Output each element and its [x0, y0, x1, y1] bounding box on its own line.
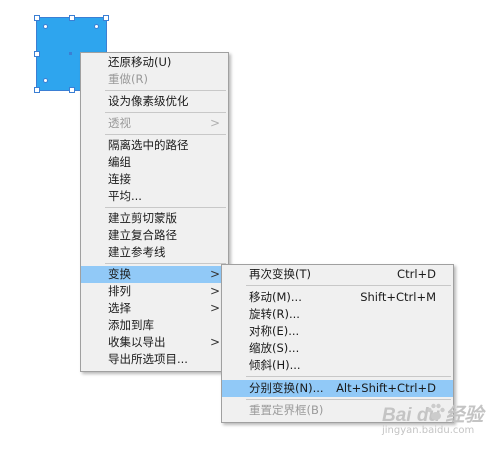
submenu-item-shear[interactable]: 倾斜(H)...: [222, 357, 453, 374]
menu-item-label: 导出所选项目...: [108, 352, 188, 366]
corner-widget-top-right[interactable]: [94, 24, 99, 29]
menu-item-collect-for-export[interactable]: 收集以导出 >: [81, 334, 228, 351]
submenu-item-label: 再次变换(T): [249, 267, 311, 281]
center-point: [69, 52, 72, 55]
menu-item-label: 设为像素级优化: [108, 94, 189, 108]
menu-item-label: 收集以导出: [108, 335, 166, 349]
menu-item-redo: 重做(R): [81, 71, 228, 88]
submenu-item-transform-again[interactable]: 再次变换(T) Ctrl+D: [222, 266, 453, 283]
submenu-item-transform-each[interactable]: 分别变换(N)... Alt+Shift+Ctrl+D: [222, 380, 453, 397]
menu-item-join[interactable]: 连接: [81, 171, 228, 188]
menu-item-make-clipping-mask[interactable]: 建立剪切蒙版: [81, 210, 228, 227]
menu-item-perspective: 透视 >: [81, 115, 228, 132]
handle-middle-left[interactable]: [34, 51, 40, 57]
menu-item-label: 重做(R): [108, 72, 148, 86]
chevron-right-icon: >: [209, 301, 220, 315]
watermark-url: jingyan.baidu.com: [382, 425, 475, 436]
paw-icon: [427, 403, 445, 420]
menu-item-label: 隔离选中的路径: [108, 138, 189, 152]
submenu-item-reflect[interactable]: 对称(E)...: [222, 323, 453, 340]
submenu-item-label: 旋转(R)...: [249, 307, 300, 321]
corner-widget-top-left[interactable]: [43, 24, 48, 29]
chevron-right-icon: >: [209, 267, 220, 281]
submenu-item-scale[interactable]: 缩放(S)...: [222, 340, 453, 357]
menu-item-pixel-optimize[interactable]: 设为像素级优化: [81, 93, 228, 110]
submenu-item-shortcut: Shift+Ctrl+M: [360, 290, 436, 304]
menu-separator: [105, 263, 226, 264]
menu-item-add-to-library[interactable]: 添加到库: [81, 317, 228, 334]
submenu-item-label: 对称(E)...: [249, 324, 300, 338]
menu-item-label: 选择: [108, 301, 131, 315]
menu-item-label: 还原移动(U): [108, 55, 172, 69]
menu-item-make-guides[interactable]: 建立参考线: [81, 244, 228, 261]
menu-separator: [105, 112, 226, 113]
submenu-item-label: 倾斜(H)...: [249, 358, 301, 372]
menu-item-label: 透视: [108, 116, 131, 130]
menu-item-label: 编组: [108, 155, 131, 169]
menu-item-label: 排列: [108, 284, 131, 298]
menu-item-select[interactable]: 选择 >: [81, 300, 228, 317]
chevron-right-icon: >: [209, 335, 220, 349]
menu-separator: [246, 285, 451, 286]
menu-item-label: 变换: [108, 267, 131, 281]
menu-separator: [105, 134, 226, 135]
submenu-item-shortcut: Alt+Shift+Ctrl+D: [336, 381, 436, 395]
submenu-item-label: 重置定界框(B): [249, 403, 324, 417]
menu-item-export-selection[interactable]: 导出所选项目...: [81, 351, 228, 368]
menu-item-label: 连接: [108, 172, 131, 186]
menu-item-label: 建立复合路径: [108, 228, 177, 242]
handle-bottom-middle[interactable]: [69, 87, 75, 93]
menu-item-isolate-path[interactable]: 隔离选中的路径: [81, 137, 228, 154]
handle-top-middle[interactable]: [69, 15, 75, 21]
menu-item-arrange[interactable]: 排列 >: [81, 283, 228, 300]
chevron-right-icon: >: [209, 116, 220, 130]
menu-item-undo-move[interactable]: 还原移动(U): [81, 54, 228, 71]
menu-item-label: 建立剪切蒙版: [108, 211, 177, 225]
menu-separator: [105, 207, 226, 208]
menu-item-transform[interactable]: 变换 >: [81, 266, 228, 283]
baidu-jingyan-watermark: Bai du 经验 jingyan.baidu.com: [382, 400, 494, 440]
menu-item-group[interactable]: 编组: [81, 154, 228, 171]
submenu-item-label: 移动(M)...: [249, 290, 302, 304]
handle-top-left[interactable]: [34, 15, 40, 21]
menu-item-average[interactable]: 平均...: [81, 188, 228, 205]
context-menu: 还原移动(U) 重做(R) 设为像素级优化 透视 > 隔离选中的路径 编组 连接…: [80, 52, 229, 372]
submenu-item-label: 缩放(S)...: [249, 341, 300, 355]
corner-widget-bottom-left[interactable]: [43, 78, 48, 83]
submenu-item-move[interactable]: 移动(M)... Shift+Ctrl+M: [222, 289, 453, 306]
chevron-right-icon: >: [209, 284, 220, 298]
menu-separator: [105, 90, 226, 91]
handle-top-right[interactable]: [103, 15, 109, 21]
menu-item-label: 添加到库: [108, 318, 154, 332]
handle-bottom-left[interactable]: [34, 87, 40, 93]
menu-item-make-compound-path[interactable]: 建立复合路径: [81, 227, 228, 244]
submenu-item-shortcut: Ctrl+D: [397, 267, 436, 281]
menu-separator: [246, 376, 451, 377]
menu-item-label: 建立参考线: [108, 245, 166, 259]
menu-item-label: 平均...: [108, 189, 142, 203]
submenu-item-rotate[interactable]: 旋转(R)...: [222, 306, 453, 323]
submenu-item-label: 分别变换(N)...: [249, 381, 324, 395]
